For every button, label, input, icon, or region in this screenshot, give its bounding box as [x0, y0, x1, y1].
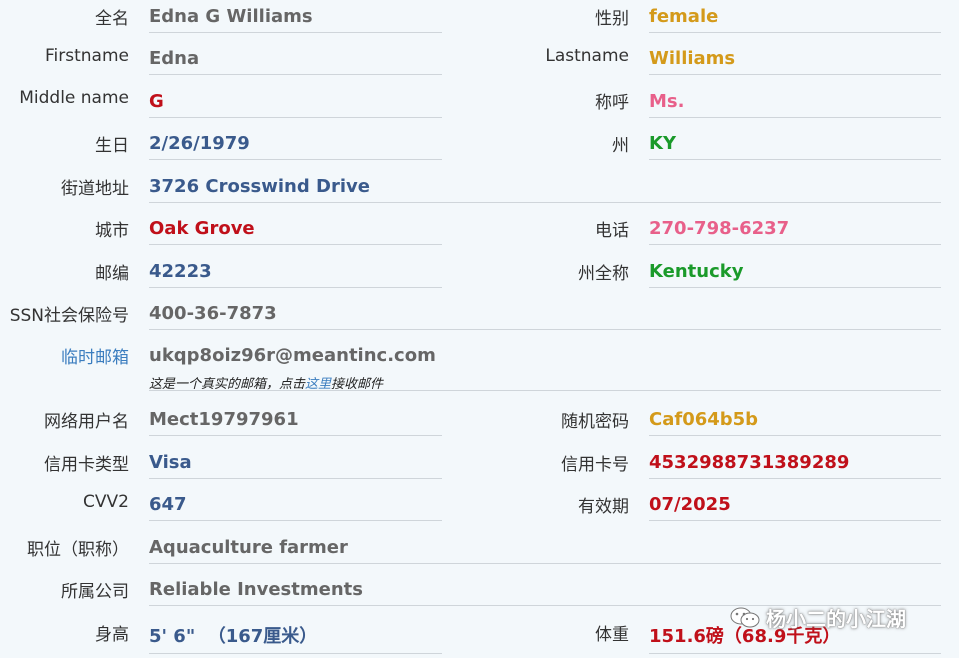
watermark-text: 杨小二的小江湖	[766, 607, 906, 631]
value-expiry[interactable]: 07/2025	[649, 494, 941, 521]
value-username[interactable]: Mect19797961	[149, 409, 442, 436]
value-firstname[interactable]: Edna	[149, 48, 442, 75]
wechat-icon	[730, 607, 760, 629]
watermark: 杨小二的小江湖	[730, 603, 906, 632]
label-card-number: 信用卡号	[561, 455, 629, 475]
label-ssn: SSN社会保险号	[9, 306, 129, 326]
value-occupation[interactable]: Aquaculture farmer	[149, 537, 941, 564]
label-company: 所属公司	[61, 582, 129, 602]
label-password: 随机密码	[561, 412, 629, 432]
value-ssn[interactable]: 400-36-7873	[149, 303, 941, 330]
value-company[interactable]: Reliable Investments	[149, 579, 941, 606]
label-title: 称呼	[595, 93, 629, 113]
value-password[interactable]: Caf064b5b	[649, 409, 941, 436]
label-phone: 电话	[595, 221, 629, 241]
value-state[interactable]: KY	[649, 133, 941, 160]
value-title[interactable]: Ms.	[649, 91, 941, 118]
temp-email-note-suffix: 接收邮件	[331, 377, 384, 392]
label-firstname: Firstname	[45, 46, 129, 66]
label-card-type: 信用卡类型	[44, 455, 129, 475]
label-expiry: 有效期	[578, 497, 629, 517]
value-middle-name[interactable]: G	[149, 91, 442, 118]
temp-email-note-text: 这是一个真实的邮箱，点击	[149, 377, 306, 392]
label-city: 城市	[95, 221, 129, 241]
label-lastname: Lastname	[545, 46, 629, 66]
value-state-full[interactable]: Kentucky	[649, 261, 941, 288]
receive-mail-link[interactable]: 这里	[305, 377, 331, 392]
label-occupation: 职位（职称）	[27, 540, 129, 560]
label-birthday: 生日	[95, 136, 129, 156]
value-height[interactable]: 5' 6" （167厘米）	[149, 622, 442, 654]
value-full-name[interactable]: Edna G Williams	[149, 6, 442, 33]
temp-email-note: 这是一个真实的邮箱，点击这里接收邮件	[149, 373, 383, 392]
label-street-address: 街道地址	[61, 179, 129, 199]
label-middle-name: Middle name	[19, 88, 129, 108]
label-gender: 性别	[595, 9, 629, 29]
label-weight: 体重	[595, 625, 629, 645]
value-street-address[interactable]: 3726 Crosswind Drive	[149, 176, 941, 203]
label-cvv: CVV2	[83, 492, 129, 512]
label-height: 身高	[95, 625, 129, 645]
label-zip: 邮编	[95, 264, 129, 284]
label-state: 州	[612, 136, 629, 156]
value-city[interactable]: Oak Grove	[149, 218, 442, 245]
value-card-number[interactable]: 4532988731389289	[649, 452, 941, 479]
value-birthday[interactable]: 2/26/1979	[149, 133, 442, 160]
value-card-type[interactable]: Visa	[149, 452, 442, 479]
value-gender[interactable]: female	[649, 6, 941, 33]
value-lastname[interactable]: Williams	[649, 48, 941, 75]
label-temp-email-link[interactable]: 临时邮箱	[61, 343, 129, 368]
label-state-full: 州全称	[578, 264, 629, 284]
value-cvv[interactable]: 647	[149, 494, 442, 521]
label-username: 网络用户名	[44, 412, 129, 432]
label-full-name: 全名	[95, 9, 129, 29]
value-phone[interactable]: 270-798-6237	[649, 218, 941, 245]
value-zip[interactable]: 42223	[149, 261, 442, 288]
